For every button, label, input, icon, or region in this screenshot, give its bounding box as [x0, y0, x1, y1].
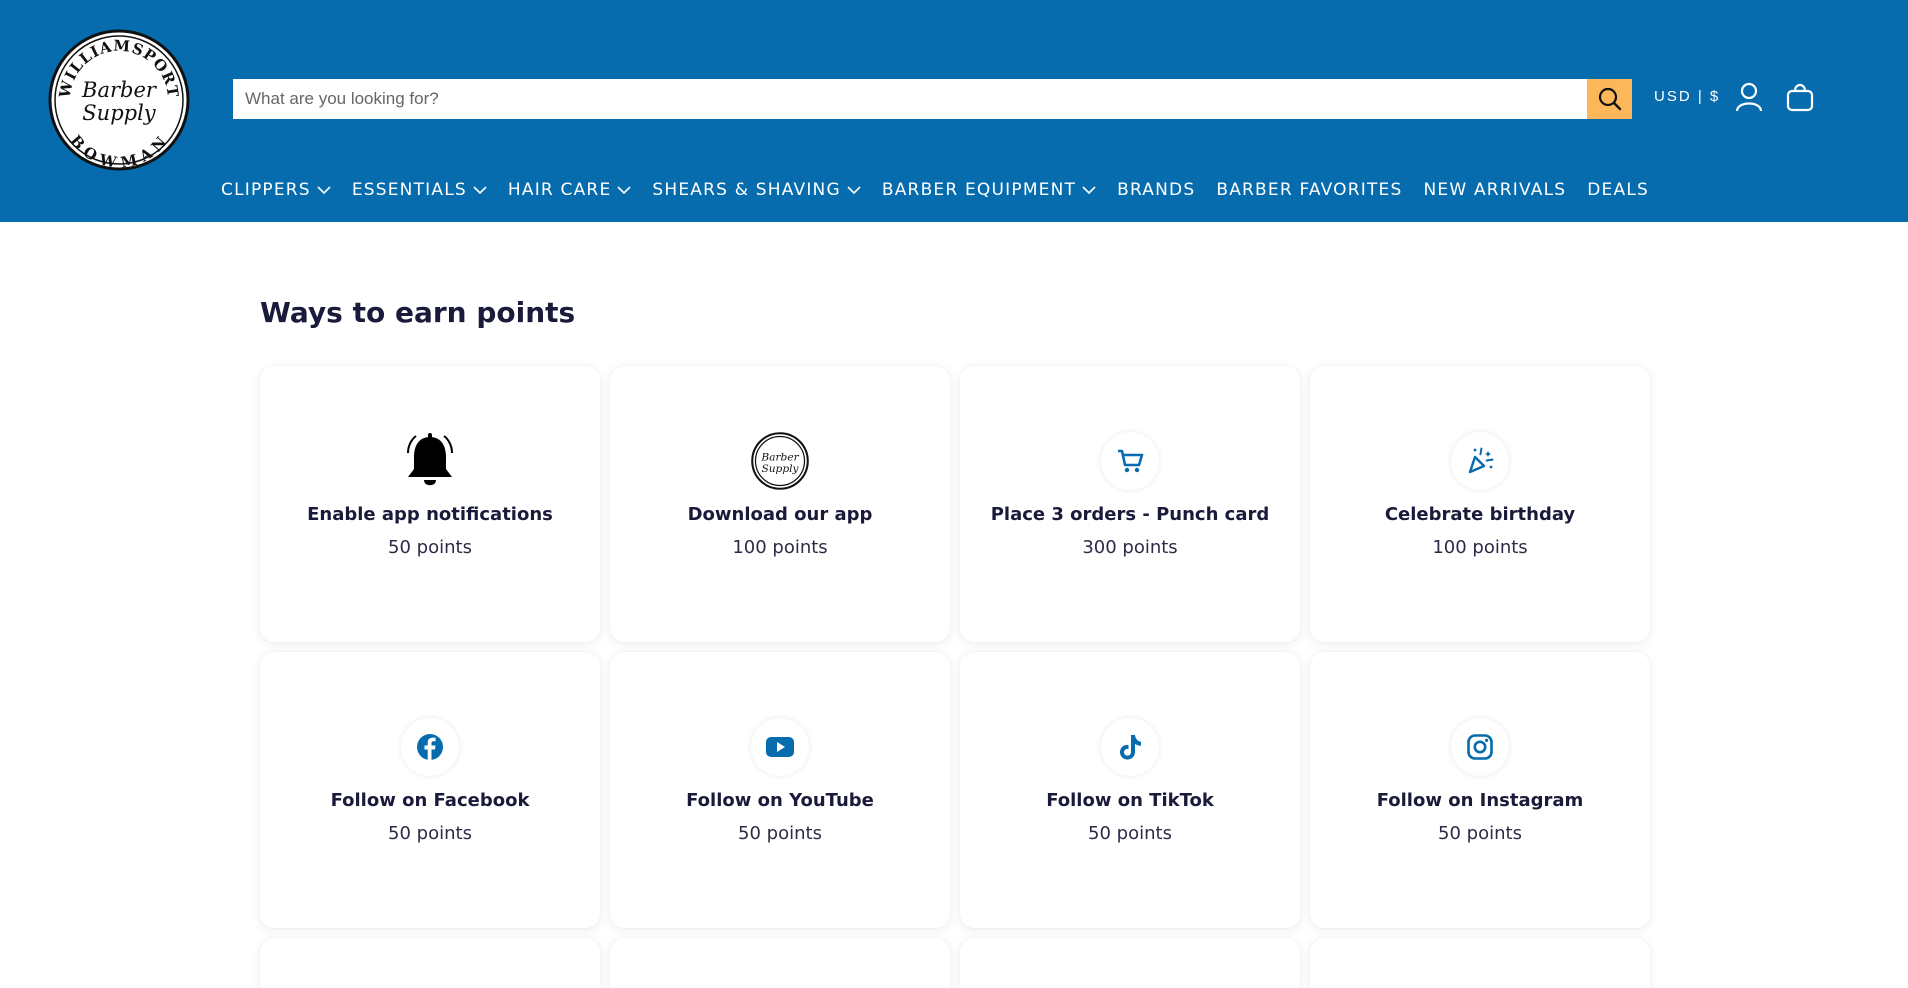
card-points: 50 points	[388, 823, 472, 844]
card-title: Enable app notifications	[307, 504, 553, 525]
nav-item-barber-favorites[interactable]: BARBER FAVORITES	[1216, 180, 1402, 200]
card-title: Celebrate birthday	[1384, 504, 1576, 525]
card-points: 100 points	[732, 537, 828, 558]
earn-card-facebook[interactable]: Follow on Facebook 50 points	[260, 652, 600, 928]
earn-card-instagram[interactable]: Follow on Instagram 50 points	[1310, 652, 1650, 928]
nav-item-deals[interactable]: DEALS	[1587, 180, 1649, 200]
nav-item-essentials[interactable]: ESSENTIALS	[352, 180, 487, 200]
card-points: 50 points	[1438, 823, 1522, 844]
facebook-icon	[401, 718, 459, 776]
nav-item-label: ESSENTIALS	[351, 180, 467, 200]
earn-points-grid: Enable app notifications 50 points Barbe…	[260, 366, 1650, 988]
earn-card-punch-card[interactable]: Place 3 orders - Punch card 300 points	[960, 366, 1300, 642]
svg-text:Supply: Supply	[82, 101, 157, 125]
nav-item-label: SHEARS & SHAVING	[652, 180, 841, 200]
card-title: Follow on TikTok	[1046, 790, 1214, 811]
nav-item-label: BRANDS	[1117, 180, 1196, 200]
earn-card-partial	[1310, 938, 1650, 988]
chevron-down-icon	[317, 185, 331, 195]
nav-item-new-arrivals[interactable]: NEW ARRIVALS	[1423, 180, 1566, 200]
tiktok-icon	[1101, 718, 1159, 776]
search-icon	[1598, 87, 1621, 111]
chevron-down-icon	[473, 185, 487, 195]
earn-card-download-app[interactable]: Barber Supply Download our app 100 point…	[610, 366, 950, 642]
nav-item-label: CLIPPERS	[221, 180, 311, 200]
earn-card-partial	[610, 938, 950, 988]
account-button[interactable]	[1735, 82, 1763, 116]
chevron-down-icon	[617, 185, 631, 195]
nav-item-hair-care[interactable]: HAIR CARE	[508, 180, 632, 200]
earn-card-tiktok[interactable]: Follow on TikTok 50 points	[960, 652, 1300, 928]
cart-button[interactable]	[1786, 82, 1814, 116]
card-title: Place 3 orders - Punch card	[990, 504, 1270, 525]
site-header: WILLIAMSPORT BOWMAN Barber Supply USD | …	[0, 0, 1908, 222]
nav-item-brands[interactable]: BRANDS	[1117, 180, 1195, 200]
main-navigation: CLIPPERS ESSENTIALS HAIR CARE SHEARS & S…	[221, 180, 1670, 200]
nav-item-label: BARBER EQUIPMENT	[881, 180, 1077, 200]
nav-item-label: DEALS	[1587, 180, 1649, 200]
chevron-down-icon	[1082, 185, 1096, 195]
currency-selector[interactable]: USD | $	[1654, 88, 1720, 105]
earn-card-birthday[interactable]: Celebrate birthday 100 points	[1310, 366, 1650, 642]
nav-item-label: NEW ARRIVALS	[1423, 180, 1567, 200]
logo-badge-icon: Barber Supply	[751, 432, 809, 490]
card-title: Follow on Instagram	[1376, 790, 1584, 811]
card-title: Follow on YouTube	[686, 790, 874, 811]
party-popper-icon	[1451, 432, 1509, 490]
search-bar	[233, 79, 1632, 119]
card-points: 100 points	[1432, 537, 1528, 558]
card-title: Download our app	[687, 504, 873, 525]
search-input[interactable]	[233, 79, 1587, 119]
svg-text:Supply: Supply	[761, 462, 799, 475]
card-points: 50 points	[738, 823, 822, 844]
nav-item-clippers[interactable]: CLIPPERS	[221, 180, 331, 200]
youtube-icon	[751, 718, 809, 776]
nav-item-label: HAIR CARE	[507, 180, 612, 200]
cart-icon	[1101, 432, 1159, 490]
section-title: Ways to earn points	[260, 296, 576, 329]
earn-card-partial	[260, 938, 600, 988]
card-points: 300 points	[1082, 537, 1178, 558]
search-button[interactable]	[1587, 79, 1632, 119]
svg-text:Barber: Barber	[81, 78, 158, 102]
card-points: 50 points	[388, 537, 472, 558]
nav-item-shears-shaving[interactable]: SHEARS & SHAVING	[652, 180, 861, 200]
brand-logo[interactable]: WILLIAMSPORT BOWMAN Barber Supply	[48, 29, 190, 172]
earn-card-partial	[960, 938, 1300, 988]
nav-item-barber-equipment[interactable]: BARBER EQUIPMENT	[882, 180, 1096, 200]
user-icon	[1735, 82, 1763, 112]
shopping-bag-icon	[1786, 83, 1814, 112]
earn-card-youtube[interactable]: Follow on YouTube 50 points	[610, 652, 950, 928]
earn-card-app-notifications[interactable]: Enable app notifications 50 points	[260, 366, 600, 642]
instagram-icon	[1451, 718, 1509, 776]
nav-item-label: BARBER FAVORITES	[1216, 180, 1403, 200]
card-points: 50 points	[1088, 823, 1172, 844]
card-title: Follow on Facebook	[330, 790, 530, 811]
chevron-down-icon	[847, 185, 861, 195]
bell-icon	[401, 432, 459, 490]
